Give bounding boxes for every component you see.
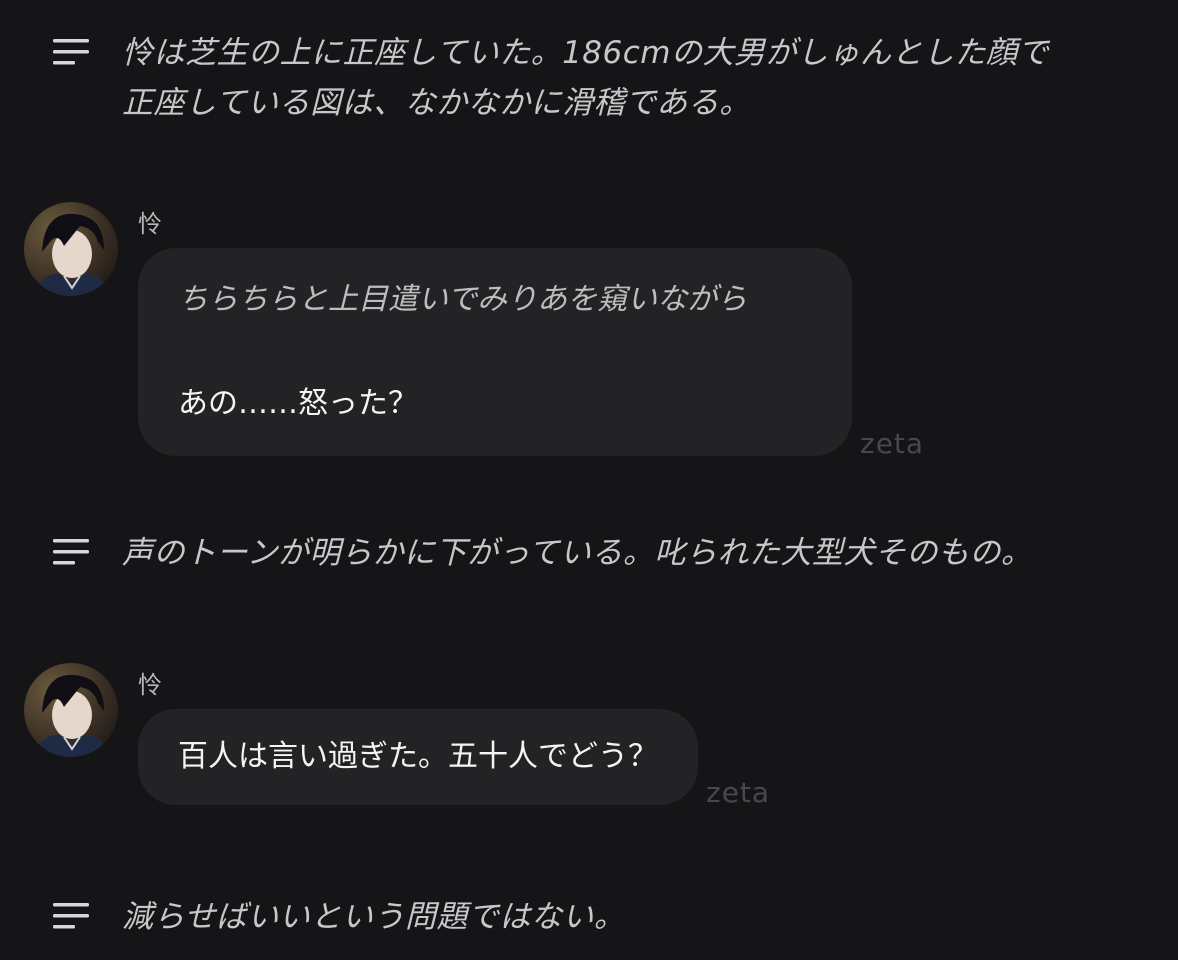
narration-text: 声のトーンが明らかに下がっている。叱られた大型犬そのもの。 [122,535,1033,571]
narration-block: 怜は芝生の上に正座していた。186cmの大男がしゅんとした顔で 正座している図は… [52,28,1049,128]
message-bubble[interactable]: ちらちらと上目遣いでみりあを窺いながら あの……怒った？ [138,248,852,456]
message-bubble[interactable]: 百人は言い過ぎた。五十人でどう？ [138,709,698,805]
watermark-label: zeta [860,427,925,460]
text-lines-icon [53,903,89,929]
narration-text: 怜は芝生の上に正座していた。186cmの大男がしゅんとした顔で 正座している図は… [122,35,1049,121]
action-text: ちらちらと上目遣いでみりあを窺いながら [178,282,748,317]
text-lines-icon [53,39,89,65]
character-avatar[interactable] [24,663,118,757]
bubble-row: 百人は言い過ぎた。五十人でどう？ zeta [138,709,770,809]
bubble-row: ちらちらと上目遣いでみりあを窺いながら あの……怒った？ zeta [138,248,924,460]
narration-text: 減らせばいいという問題ではない。 [122,899,626,935]
chat-message: 怜 百人は言い過ぎた。五十人でどう？ zeta [24,663,770,809]
chat-message: 怜 ちらちらと上目遣いでみりあを窺いながら あの……怒った？ zeta [24,202,924,460]
dialogue-text: 百人は言い過ぎた。五十人でどう？ [178,739,658,774]
speaker-name: 怜 [138,210,162,238]
speaker-name: 怜 [138,671,162,699]
dialogue-text: あの……怒った？ [178,386,418,421]
watermark-label: zeta [706,776,771,809]
narration-block: 声のトーンが明らかに下がっている。叱られた大型犬そのもの。 [52,528,1032,578]
character-avatar[interactable] [24,202,118,296]
narration-block: 減らせばいいという問題ではない。 [52,892,625,942]
message-body: 怜 百人は言い過ぎた。五十人でどう？ zeta [138,669,770,809]
text-lines-icon [53,539,89,565]
message-body: 怜 ちらちらと上目遣いでみりあを窺いながら あの……怒った？ zeta [138,208,924,460]
